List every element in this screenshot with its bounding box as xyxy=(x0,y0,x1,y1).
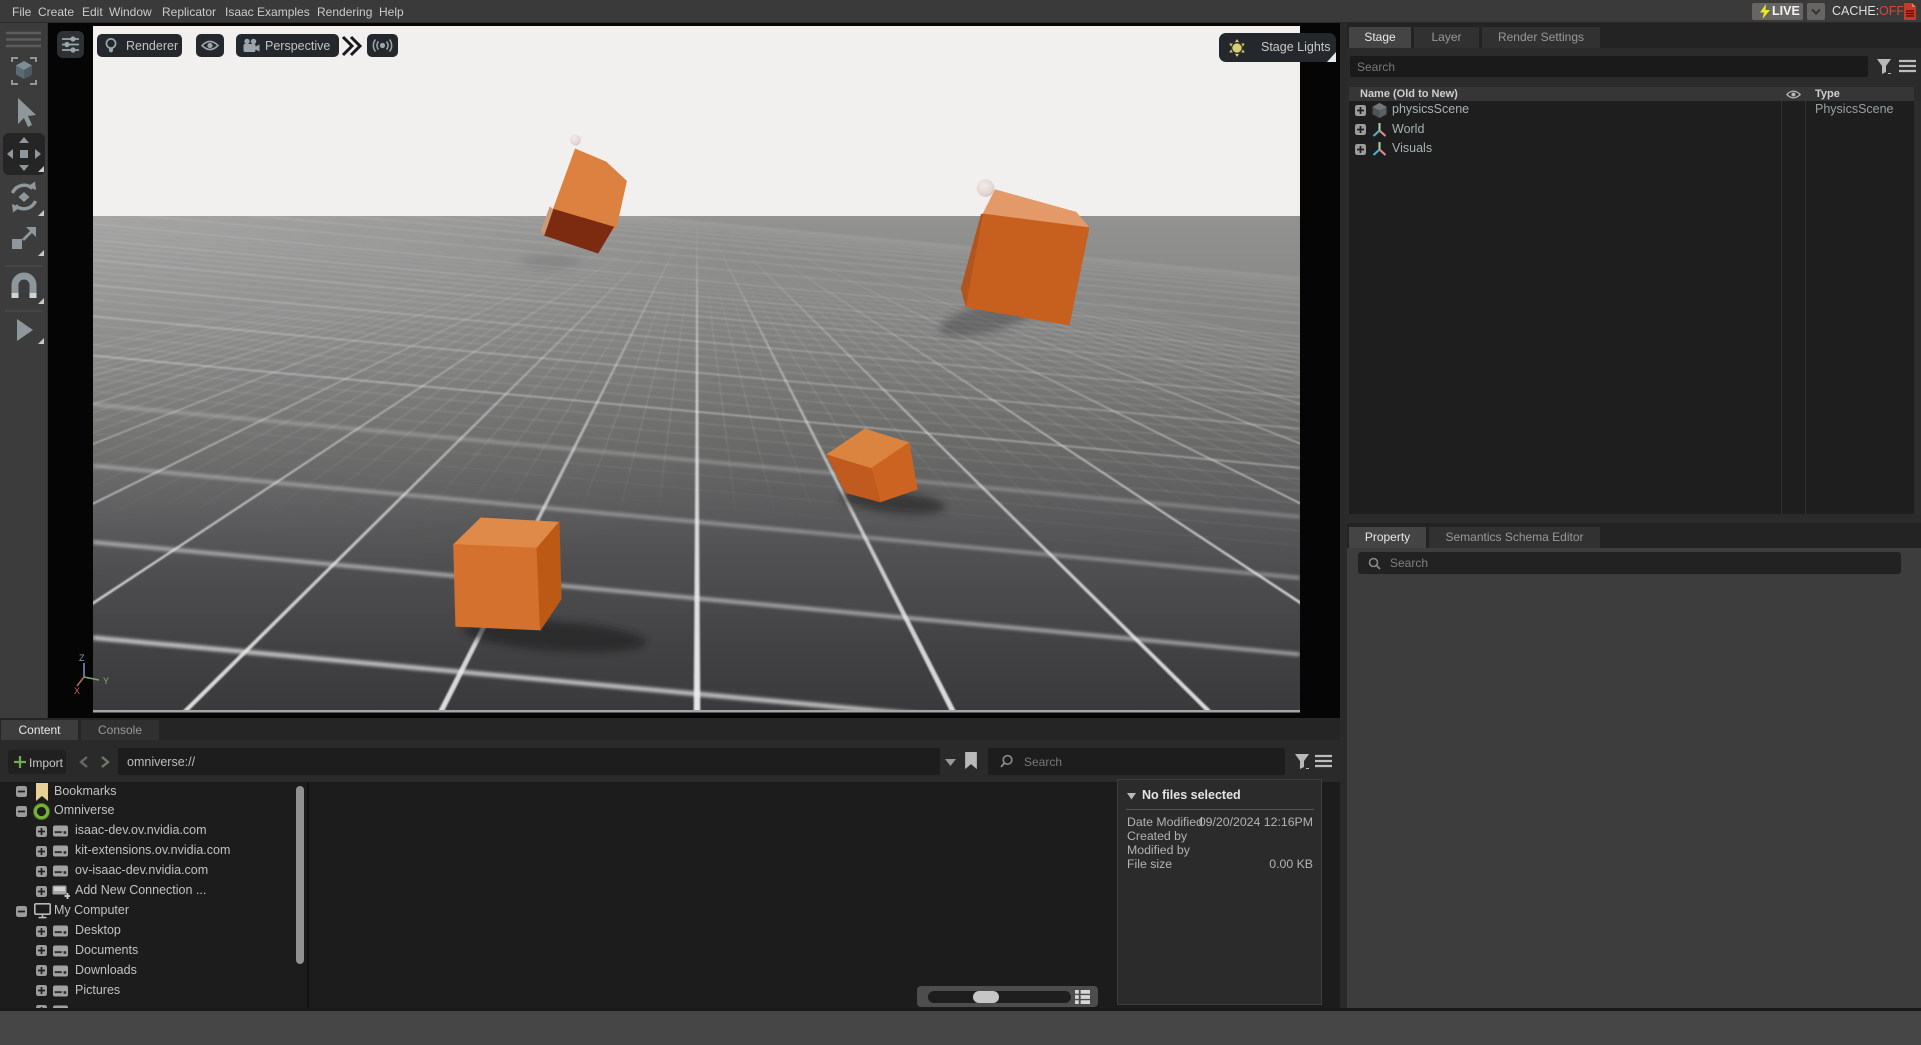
svg-text:Z: Z xyxy=(79,653,85,663)
svg-text:X: X xyxy=(74,686,80,696)
svg-text:Y: Y xyxy=(103,676,109,686)
